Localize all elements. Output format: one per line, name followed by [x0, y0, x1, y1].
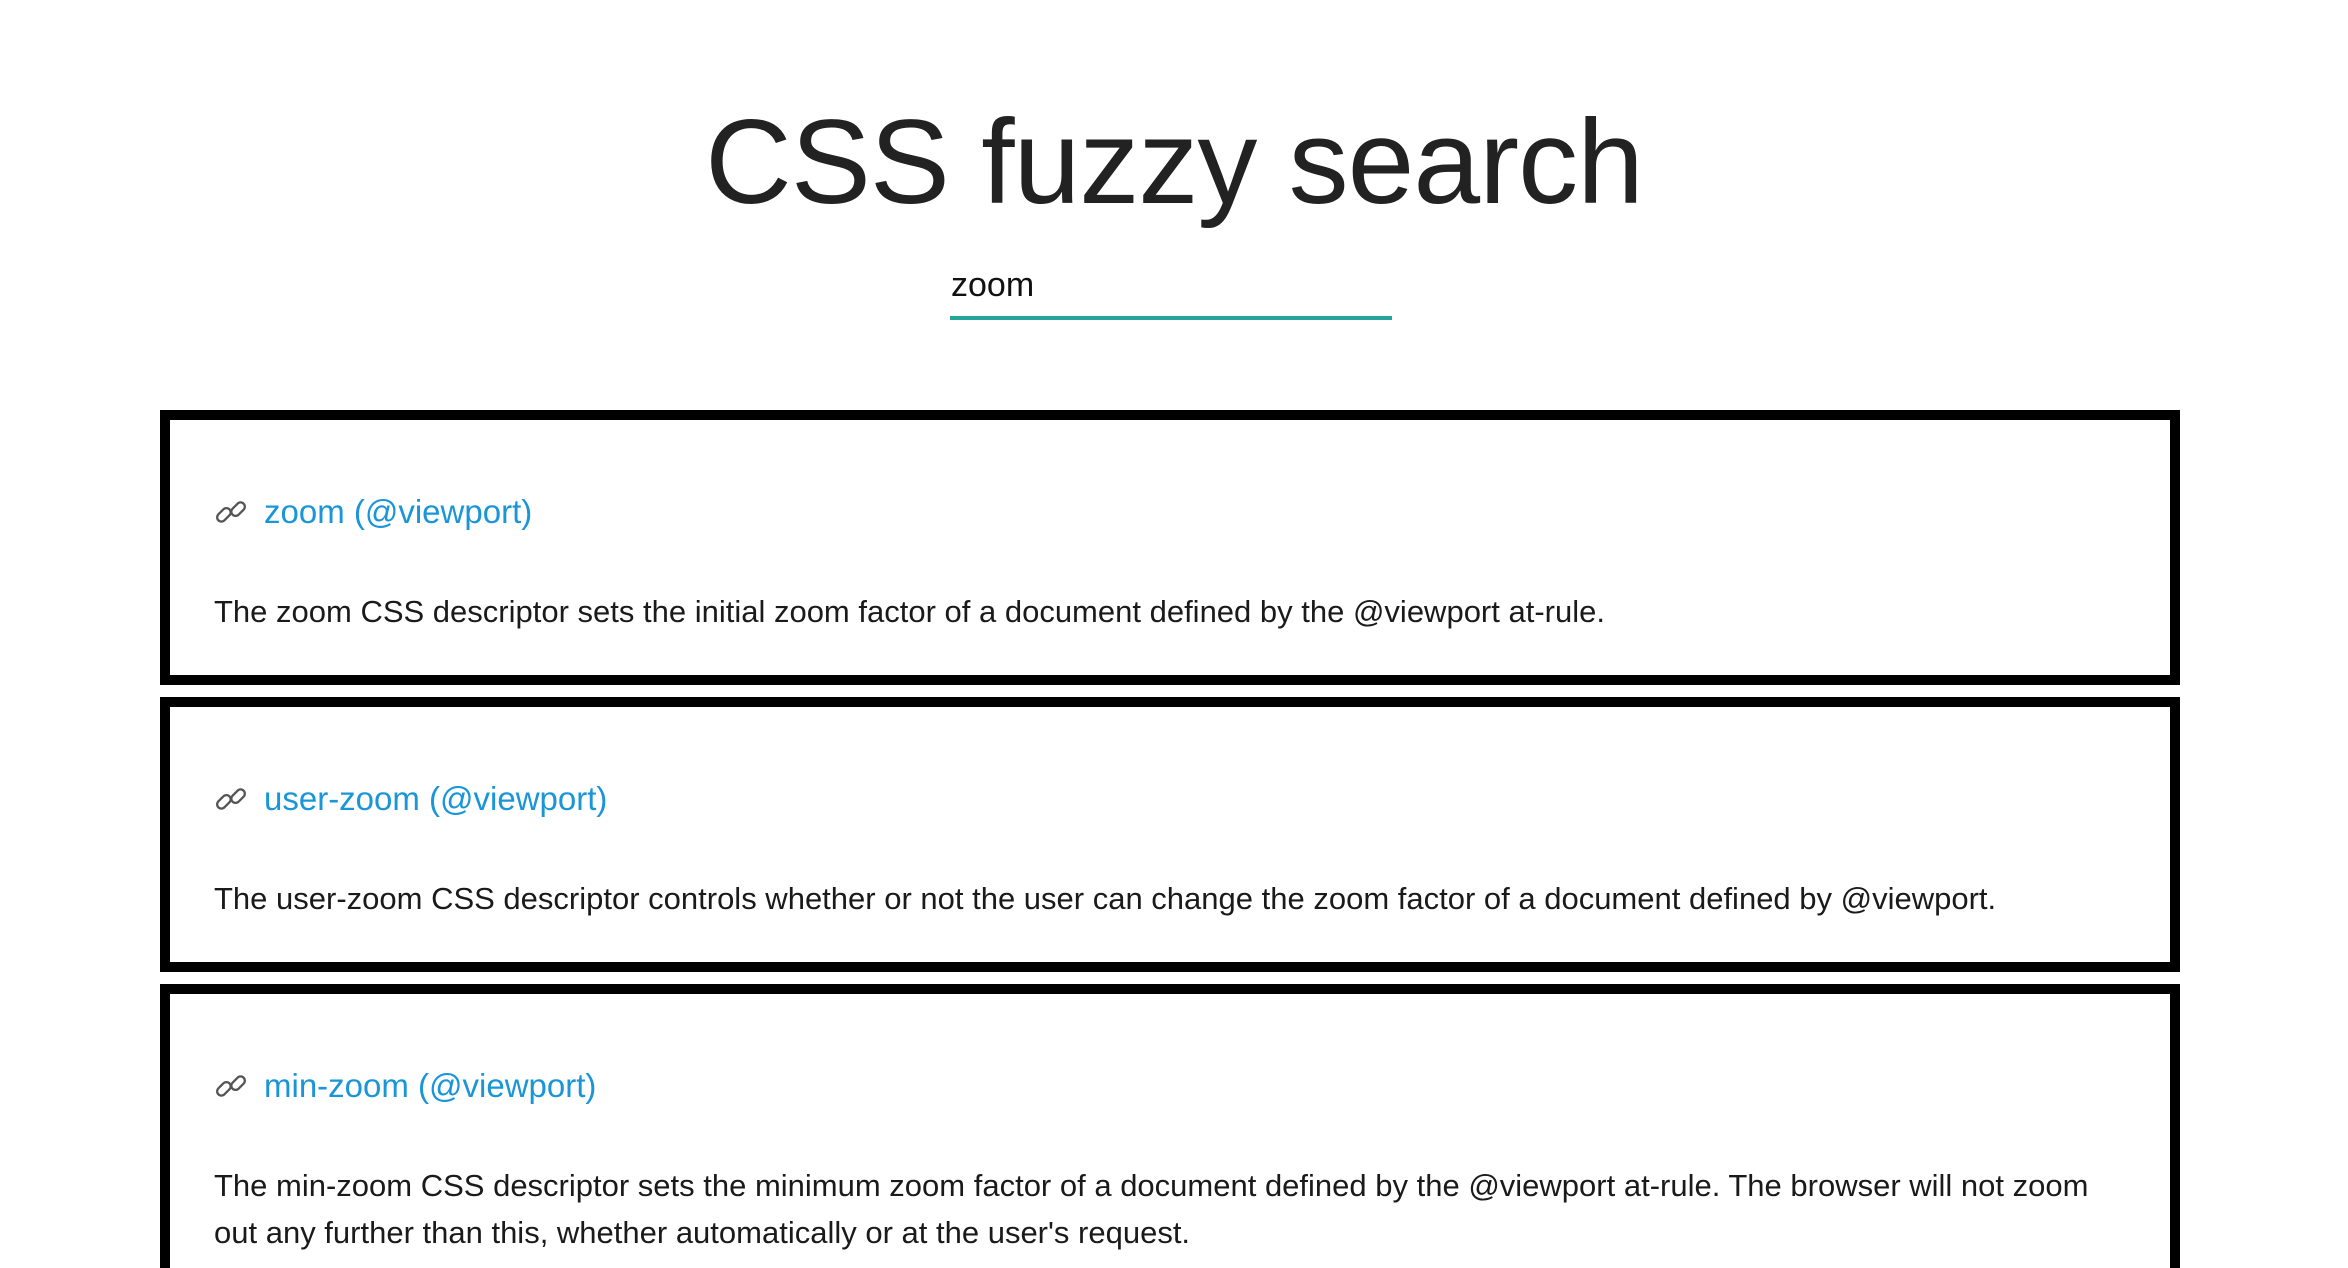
results-list: zoom (@viewport) The zoom CSS descriptor… — [160, 410, 2180, 1268]
result-link[interactable]: zoom (@viewport) — [264, 493, 532, 531]
search-field — [950, 262, 1392, 320]
result-description: The zoom CSS descriptor sets the initial… — [214, 594, 1605, 629]
search-input[interactable] — [950, 262, 1392, 320]
link-icon — [214, 495, 248, 529]
result-card: zoom (@viewport) The zoom CSS descriptor… — [160, 410, 2180, 685]
link-icon — [214, 782, 248, 816]
result-card: user-zoom (@viewport) The user-zoom CSS … — [160, 697, 2180, 972]
link-icon — [214, 1069, 248, 1103]
result-description: The user-zoom CSS descriptor controls wh… — [214, 881, 1997, 916]
result-link[interactable]: user-zoom (@viewport) — [264, 780, 607, 818]
result-link[interactable]: min-zoom (@viewport) — [264, 1067, 596, 1105]
result-header: zoom (@viewport) — [214, 488, 2126, 536]
page-title: CSS fuzzy search — [705, 95, 1644, 229]
result-header: min-zoom (@viewport) — [214, 1062, 2126, 1110]
result-card: min-zoom (@viewport) The min-zoom CSS de… — [160, 984, 2180, 1268]
result-header: user-zoom (@viewport) — [214, 775, 2126, 823]
result-description: The min-zoom CSS descriptor sets the min… — [214, 1168, 2089, 1250]
